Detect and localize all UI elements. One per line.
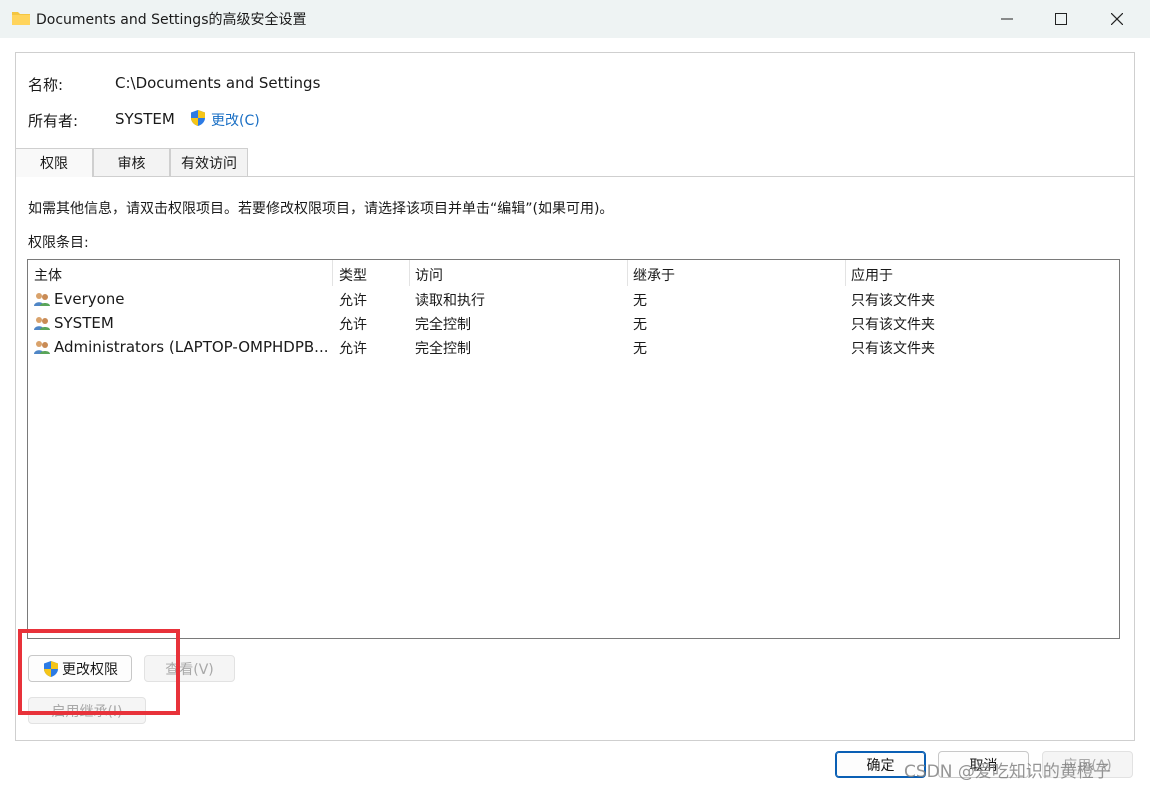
table-row[interactable]: Everyone 允许 读取和执行 无 只有该文件夹 (28, 287, 1119, 311)
owner-label: 所有者: (28, 112, 79, 130)
column-header-type[interactable]: 类型 (339, 265, 367, 285)
column-header-applies-to[interactable]: 应用于 (851, 265, 893, 285)
title-bar: Documents and Settings的高级安全设置 (0, 0, 1150, 38)
column-header-inherited-from[interactable]: 继承于 (633, 265, 675, 285)
list-header: 主体 类型 访问 继承于 应用于 (28, 260, 1119, 286)
owner-value: SYSTEM (115, 110, 175, 128)
highlight-box (18, 629, 180, 715)
entries-label: 权限条目: (28, 235, 89, 251)
maximize-button[interactable] (1038, 0, 1084, 38)
minimize-button[interactable] (984, 0, 1030, 38)
close-button[interactable] (1094, 0, 1140, 38)
users-icon (34, 341, 50, 354)
tab-divider (15, 176, 1135, 177)
users-icon (34, 293, 50, 306)
table-row[interactable]: SYSTEM 允许 完全控制 无 只有该文件夹 (28, 311, 1119, 335)
users-icon (34, 317, 50, 330)
watermark: CSDN @爱吃知识的黄橙子 (904, 762, 1111, 782)
name-label: 名称: (28, 76, 64, 94)
column-header-access[interactable]: 访问 (415, 265, 443, 285)
name-value[interactable]: C:\Documents and Settings (115, 74, 320, 92)
table-row[interactable]: Administrators (LAPTOP-OMPHDPB... 允许 完全控… (28, 335, 1119, 359)
folder-icon (12, 12, 30, 25)
uac-shield-icon (191, 110, 205, 126)
permission-entries-list[interactable]: 主体 类型 访问 继承于 应用于 Everyone 允许 读取和执行 无 只有该… (27, 259, 1120, 639)
window-title: Documents and Settings的高级安全设置 (36, 12, 307, 28)
maximize-icon (1055, 13, 1067, 25)
column-header-principal[interactable]: 主体 (34, 265, 62, 285)
minimize-icon (1001, 18, 1013, 20)
close-icon (1111, 13, 1123, 25)
change-owner-link[interactable]: 更改(C) (211, 110, 260, 130)
tab-permissions[interactable]: 权限 (15, 148, 93, 177)
tab-auditing[interactable]: 审核 (93, 148, 170, 176)
info-text: 如需其他信息，请双击权限项目。若要修改权限项目，请选择该项目并单击“编辑”(如果… (28, 201, 614, 217)
tab-effective-access[interactable]: 有效访问 (170, 148, 248, 176)
